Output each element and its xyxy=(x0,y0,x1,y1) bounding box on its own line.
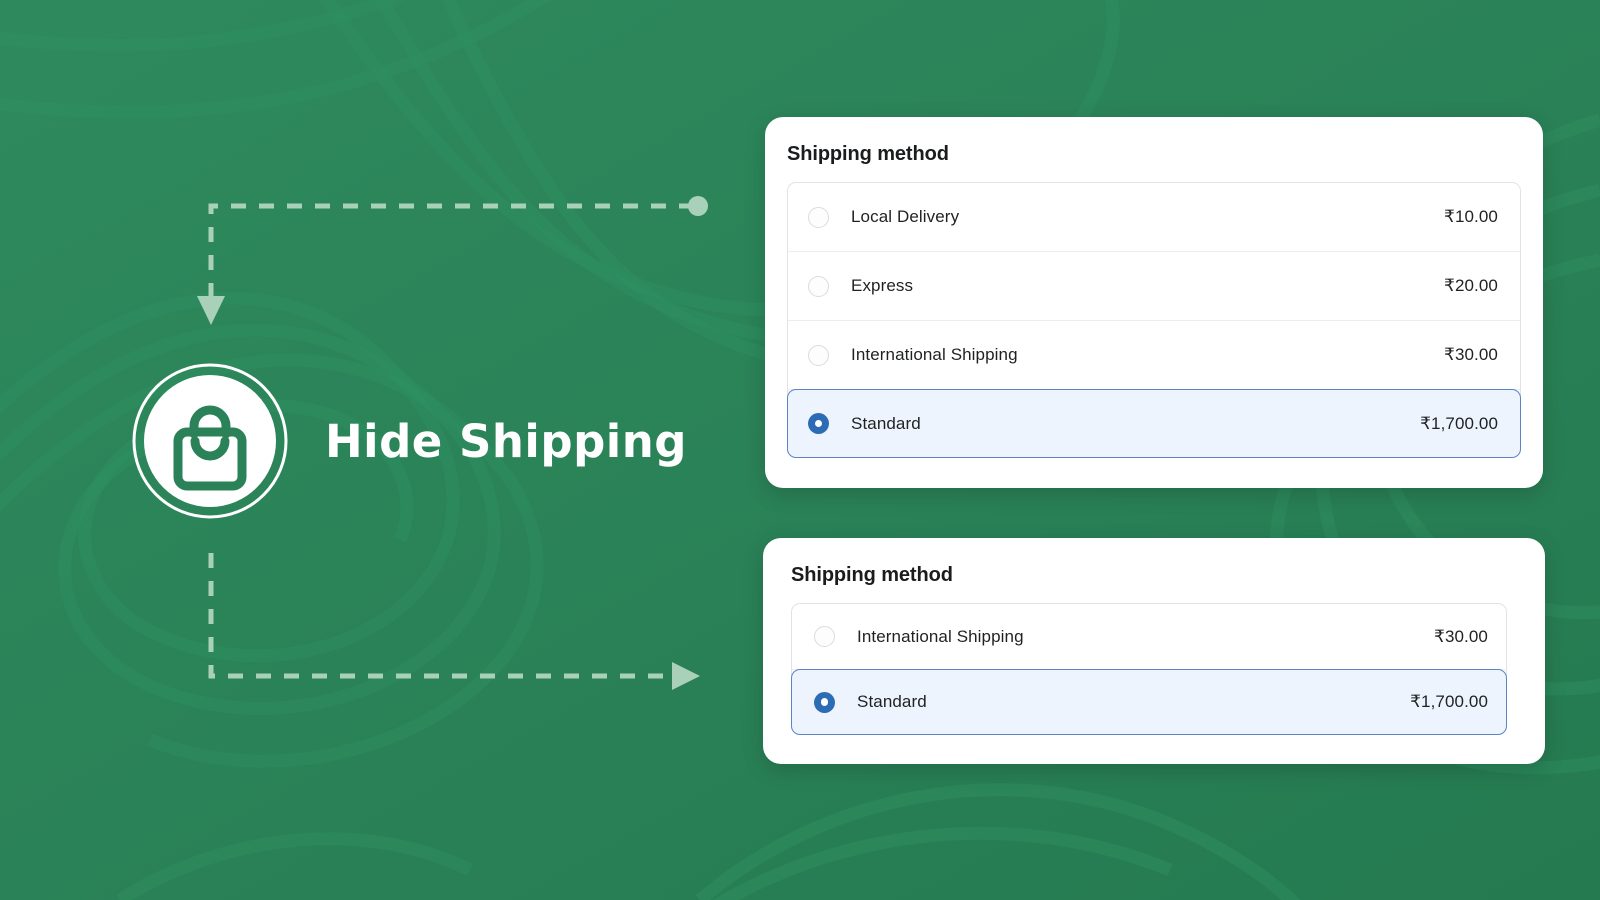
shipping-method-card-before: Shipping method Local Delivery ₹10.00 Ex… xyxy=(765,117,1543,488)
radio-unchecked-icon[interactable] xyxy=(808,275,829,297)
shipping-option-row-selected[interactable]: Standard ₹1,700.00 xyxy=(787,389,1521,458)
radio-checked-icon[interactable] xyxy=(814,691,835,713)
option-label: Standard xyxy=(857,692,927,711)
flow-path-bottom xyxy=(208,553,672,679)
radio-unchecked-icon[interactable] xyxy=(808,344,829,366)
radio-unchecked-icon[interactable] xyxy=(808,206,829,228)
option-price: ₹30.00 xyxy=(1444,345,1498,364)
flow-path-top xyxy=(208,203,694,296)
card-title: Shipping method xyxy=(791,564,953,586)
option-price: ₹20.00 xyxy=(1444,276,1498,295)
option-label: International Shipping xyxy=(857,626,1024,646)
option-label: International Shipping xyxy=(851,345,1018,364)
option-label: Standard xyxy=(851,413,921,433)
shipping-option-row[interactable]: Local Delivery ₹10.00 xyxy=(788,183,1520,252)
option-price: ₹1,700.00 xyxy=(1420,413,1498,433)
shipping-method-card-after: Shipping method International Shipping ₹… xyxy=(763,538,1545,764)
brand-row: Hide Shipping xyxy=(131,362,687,520)
shopping-bag-icon xyxy=(132,363,288,519)
shipping-options-list[interactable]: Local Delivery ₹10.00 Express ₹20.00 Int… xyxy=(787,182,1521,458)
option-label: Local Delivery xyxy=(851,207,960,226)
shipping-option-row[interactable]: Express ₹20.00 xyxy=(788,252,1520,321)
shopping-bag-badge xyxy=(131,362,289,520)
shipping-options-list[interactable]: International Shipping ₹30.00 Standard ₹… xyxy=(791,603,1507,735)
option-price: ₹30.00 xyxy=(1434,626,1488,646)
radio-unchecked-icon[interactable] xyxy=(814,626,835,647)
option-price: ₹10.00 xyxy=(1444,207,1498,226)
promo-panel: Hide Shipping xyxy=(0,0,760,900)
shipping-option-row[interactable]: International Shipping ₹30.00 xyxy=(792,604,1506,670)
card-title: Shipping method xyxy=(787,143,949,165)
flow-arrowhead-down xyxy=(197,296,225,325)
shipping-option-row[interactable]: International Shipping ₹30.00 xyxy=(788,321,1520,390)
promo-title: Hide Shipping xyxy=(325,414,687,468)
radio-checked-icon[interactable] xyxy=(808,413,829,434)
flow-arrowhead-right xyxy=(672,662,700,690)
shipping-option-row-selected[interactable]: Standard ₹1,700.00 xyxy=(791,669,1507,735)
option-label: Express xyxy=(851,276,914,295)
flow-start-dot xyxy=(688,196,708,216)
option-price: ₹1,700.00 xyxy=(1410,692,1488,711)
